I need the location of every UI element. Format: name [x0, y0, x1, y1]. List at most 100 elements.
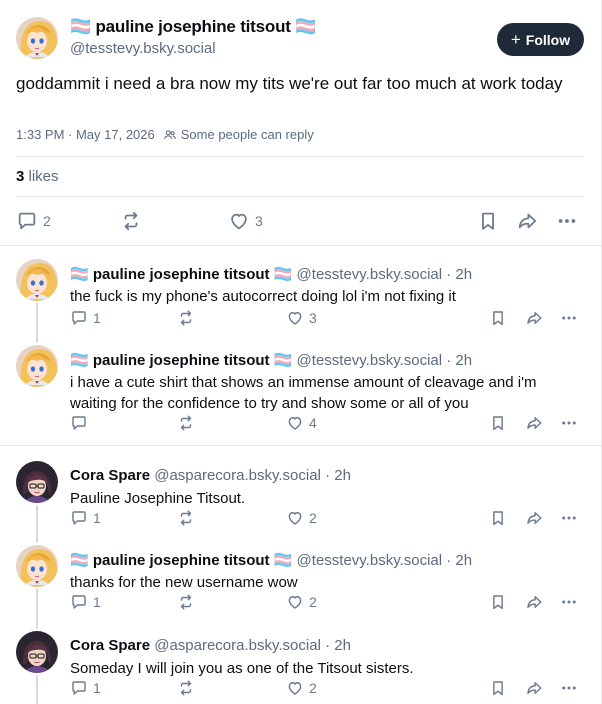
reply-time[interactable]: · 2h — [325, 637, 351, 654]
like-count: 2 — [309, 680, 317, 696]
repost-button[interactable] — [177, 414, 195, 432]
reply-author-name[interactable]: 🏳️‍⚧️ pauline josephine titsout 🏳️‍⚧️ — [70, 552, 292, 569]
reply-author-name[interactable]: Cora Spare — [70, 467, 150, 484]
repost-icon — [177, 509, 195, 527]
like-button[interactable]: 2 — [286, 593, 317, 611]
more-icon — [560, 509, 578, 527]
repost-icon — [177, 593, 195, 611]
bookmark-button[interactable] — [489, 593, 507, 611]
reply-button[interactable]: 2 — [16, 210, 51, 232]
reply-author-handle[interactable]: @asparecora.bsky.social — [154, 637, 321, 654]
reply-item[interactable]: Cora Spare @asparecora.bsky.social · 2h … — [0, 453, 601, 537]
like-button[interactable]: 3 — [228, 210, 263, 232]
reply-actions: 1 3 — [0, 309, 601, 329]
thread-line — [36, 537, 38, 543]
reply-button[interactable]: 1 — [70, 309, 101, 327]
thread-line — [36, 337, 38, 343]
reply-avatar[interactable] — [16, 545, 58, 587]
reply-count: 1 — [93, 594, 101, 610]
bookmark-button[interactable] — [477, 210, 499, 232]
thread-view: 🏳️‍⚧️ pauline josephine titsout 🏳️‍⚧️ @t… — [0, 0, 602, 704]
author-name[interactable]: 🏳️‍⚧️ pauline josephine titsout 🏳️‍⚧️ — [70, 17, 316, 37]
author-avatar[interactable] — [16, 17, 58, 59]
share-button[interactable] — [516, 210, 538, 232]
repost-button[interactable] — [177, 509, 195, 527]
reply-author-name[interactable]: 🏳️‍⚧️ pauline josephine titsout 🏳️‍⚧️ — [70, 352, 292, 369]
repost-button[interactable] — [177, 679, 195, 697]
reply-time[interactable]: · 2h — [446, 266, 472, 283]
reply-count: 2 — [43, 213, 51, 229]
more-button[interactable] — [556, 210, 578, 232]
share-icon — [525, 414, 543, 432]
repost-icon — [177, 679, 195, 697]
share-button[interactable] — [525, 679, 543, 697]
reply-actions: 1 2 — [0, 679, 601, 699]
reply-button[interactable] — [70, 414, 93, 432]
reply-item[interactable]: 🏳️‍⚧️ pauline josephine titsout 🏳️‍⚧️ @t… — [0, 537, 601, 623]
bookmark-icon — [489, 414, 507, 432]
like-button[interactable]: 2 — [286, 679, 317, 697]
follow-button[interactable]: + Follow — [497, 23, 584, 56]
more-button[interactable] — [560, 414, 578, 432]
repost-button[interactable] — [177, 593, 195, 611]
like-button[interactable]: 4 — [286, 414, 317, 432]
reply-item[interactable]: Cora Spare @asparecora.bsky.social · 2h … — [0, 623, 601, 704]
like-count: 4 — [309, 415, 317, 431]
reply-avatar[interactable] — [16, 345, 58, 387]
reply-header: Cora Spare @asparecora.bsky.social · 2h — [70, 637, 351, 654]
like-count: 3 — [255, 213, 263, 229]
repost-button[interactable] — [177, 309, 195, 327]
reply-avatar[interactable] — [16, 259, 58, 301]
people-icon — [163, 128, 177, 142]
reply-time[interactable]: · 2h — [325, 467, 351, 484]
reply-item[interactable]: 🏳️‍⚧️ pauline josephine titsout 🏳️‍⚧️ @t… — [0, 251, 601, 337]
reply-button[interactable]: 1 — [70, 679, 101, 697]
reply-author-handle[interactable]: @tesstevy.bsky.social — [297, 552, 443, 569]
post-timestamp[interactable]: 1:33 PM · May 17, 2026 — [16, 127, 155, 142]
bookmark-button[interactable] — [489, 414, 507, 432]
reply-avatar[interactable] — [16, 461, 58, 503]
more-button[interactable] — [560, 309, 578, 327]
divider — [0, 445, 601, 446]
share-button[interactable] — [525, 509, 543, 527]
reply-author-handle[interactable]: @tesstevy.bsky.social — [297, 352, 443, 369]
share-icon — [516, 210, 538, 232]
likes-label: likes — [28, 168, 59, 185]
author-handle[interactable]: @tesstevy.bsky.social — [70, 40, 216, 57]
reply-actions: 1 2 — [0, 593, 601, 613]
reply-time[interactable]: · 2h — [446, 352, 472, 369]
reply-author-handle[interactable]: @tesstevy.bsky.social — [297, 266, 443, 283]
like-count: 3 — [309, 310, 317, 326]
reply-header: 🏳️‍⚧️ pauline josephine titsout 🏳️‍⚧️ @t… — [70, 351, 472, 369]
more-button[interactable] — [560, 679, 578, 697]
like-button[interactable]: 3 — [286, 309, 317, 327]
share-button[interactable] — [525, 309, 543, 327]
bookmark-icon — [489, 593, 507, 611]
repost-button[interactable] — [120, 210, 142, 232]
bookmark-button[interactable] — [489, 309, 507, 327]
reply-count: 1 — [93, 510, 101, 526]
share-button[interactable] — [525, 414, 543, 432]
like-button[interactable]: 2 — [286, 509, 317, 527]
reply-author-name[interactable]: 🏳️‍⚧️ pauline josephine titsout 🏳️‍⚧️ — [70, 266, 292, 283]
reply-author-handle[interactable]: @asparecora.bsky.social — [154, 467, 321, 484]
more-button[interactable] — [560, 509, 578, 527]
reply-text: i have a cute shirt that shows an immens… — [70, 374, 537, 412]
post-actions: 2 3 — [0, 208, 601, 234]
reply-avatar[interactable] — [16, 631, 58, 673]
reply-setting[interactable]: Some people can reply — [181, 127, 314, 142]
reply-author-name[interactable]: Cora Spare — [70, 637, 150, 654]
post-text: goddammit i need a bra now my tits we're… — [16, 74, 563, 93]
share-button[interactable] — [525, 593, 543, 611]
reply-button[interactable]: 1 — [70, 509, 101, 527]
bookmark-button[interactable] — [489, 509, 507, 527]
divider — [16, 196, 584, 197]
reply-time[interactable]: · 2h — [446, 552, 472, 569]
reply-button[interactable]: 1 — [70, 593, 101, 611]
bookmark-button[interactable] — [489, 679, 507, 697]
reply-item[interactable]: 🏳️‍⚧️ pauline josephine titsout 🏳️‍⚧️ @t… — [0, 337, 601, 444]
likes-summary[interactable]: 3 likes — [16, 168, 59, 185]
like-icon — [286, 593, 304, 611]
more-button[interactable] — [560, 593, 578, 611]
bookmark-icon — [489, 509, 507, 527]
